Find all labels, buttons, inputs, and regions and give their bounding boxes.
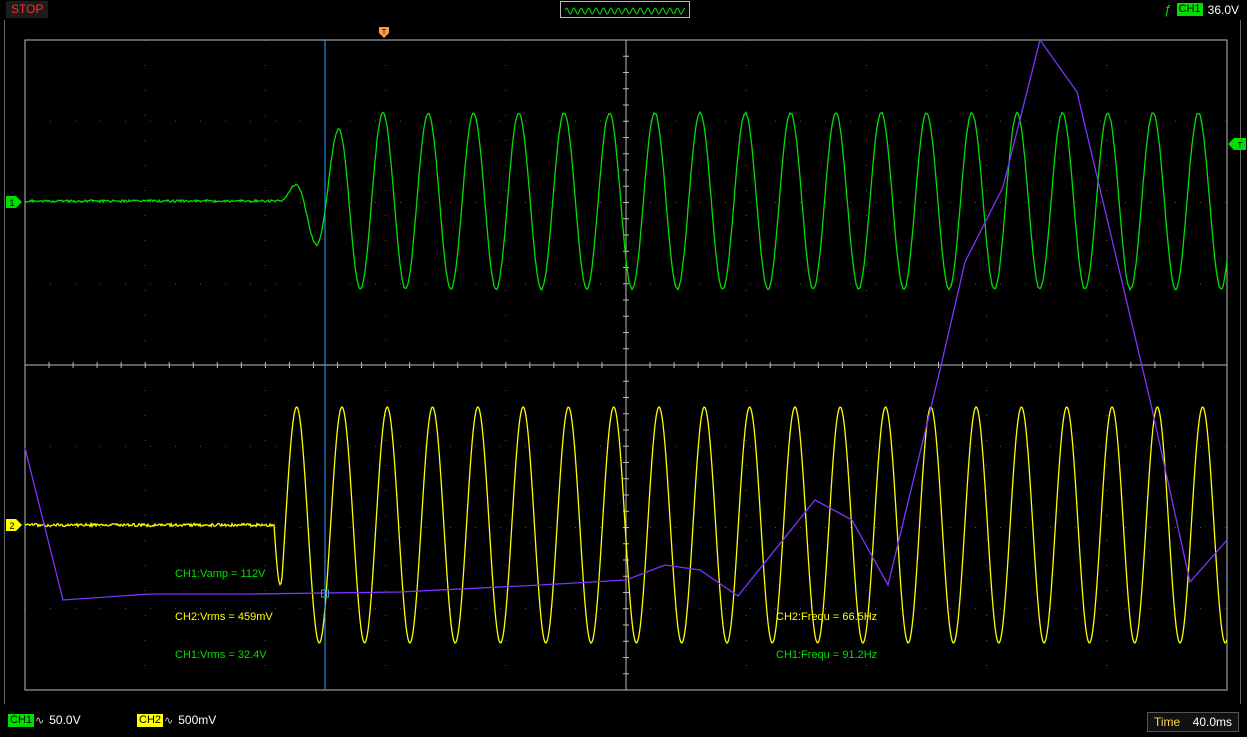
scope-display[interactable]: T T 1 2: [0, 0, 1247, 705]
ch2-settings[interactable]: CH2 ∿ 500mV: [137, 713, 216, 727]
timebase-value: 40.0ms: [1193, 715, 1232, 729]
measure-ch1-vrms: CH1:Vrms = 32.4V: [175, 649, 267, 661]
svg-text:1: 1: [9, 198, 14, 208]
ch2-level-marker[interactable]: 2: [6, 519, 22, 531]
ac-coupling-icon: ∿: [35, 714, 44, 727]
trigger-position-marker[interactable]: T: [379, 27, 389, 38]
svg-text:T: T: [1238, 141, 1243, 150]
measure-ch2-vrms: CH2:Vrms = 459mV: [175, 611, 273, 623]
svg-text:2: 2: [9, 521, 14, 531]
measure-ch1-vamp: CH1:Vamp = 112V: [175, 568, 265, 580]
trigger-level-marker[interactable]: T: [1228, 138, 1246, 150]
ch2-label: CH2: [137, 714, 163, 727]
measure-ch2-frequ: CH2:Frequ = 66.5Hz: [776, 611, 877, 623]
measure-ch1-frequ: CH1:Frequ = 91.2Hz: [776, 649, 877, 661]
bottom-status-bar: CH1 ∿ 50.0V CH2 ∿ 500mV Time 40.0ms: [0, 707, 1247, 737]
graticule: [25, 40, 1227, 690]
ac-coupling-icon: ∿: [164, 714, 173, 727]
timebase-label: Time: [1154, 715, 1180, 729]
ch1-label: CH1: [8, 714, 34, 727]
ch1-settings[interactable]: CH1 ∿ 50.0V: [8, 713, 81, 727]
ch1-level-marker[interactable]: 1: [6, 196, 22, 208]
ch2-scale: 500mV: [178, 713, 216, 727]
ch1-scale: 50.0V: [49, 713, 80, 727]
timebase-box[interactable]: Time 40.0ms: [1147, 712, 1239, 732]
svg-text:T: T: [382, 29, 387, 36]
